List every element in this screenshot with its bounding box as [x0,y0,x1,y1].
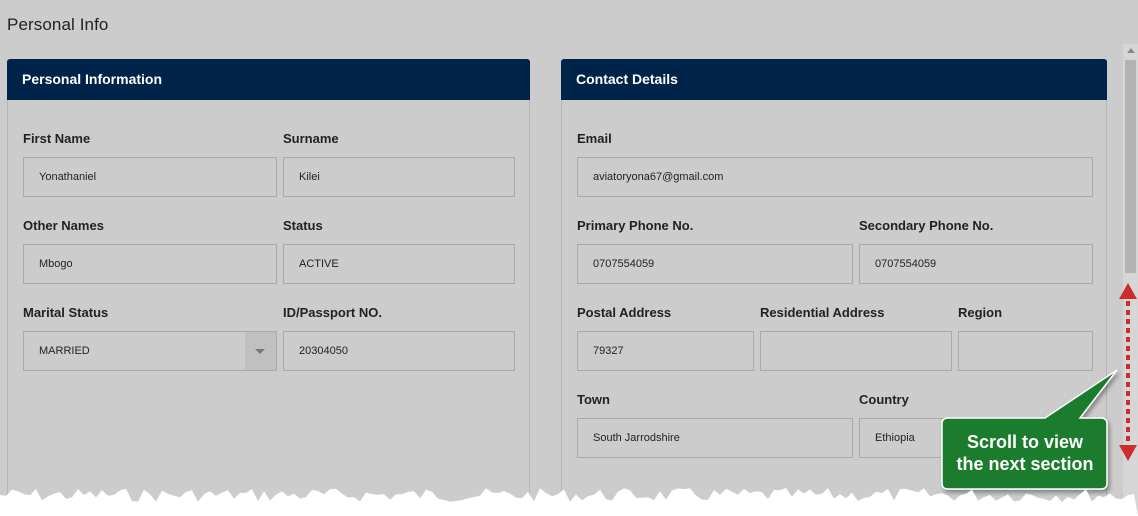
other-names-field[interactable]: Mbogo [23,244,277,284]
postal-address-field[interactable]: 79327 [577,331,754,371]
secondary-phone-label: Secondary Phone No. [859,218,994,233]
first-name-field[interactable]: Yonathaniel [23,157,277,197]
email-label: Email [577,131,612,146]
primary-phone-field[interactable]: 0707554059 [577,244,853,284]
status-field[interactable]: ACTIVE [283,244,515,284]
scrollbar-thumb[interactable] [1125,60,1136,273]
personal-information-panel: Personal Information First Name Yonathan… [7,59,530,516]
callout-text: Scroll to view the next section [943,431,1107,475]
scroll-up-arrow-icon[interactable] [1127,48,1135,53]
marital-status-value: MARRIED [39,345,90,357]
other-names-label: Other Names [23,218,104,233]
marital-status-label: Marital Status [23,305,109,320]
surname-field[interactable]: Kilei [283,157,515,197]
first-name-label: First Name [23,131,91,146]
marital-status-select[interactable]: MARRIED [23,331,277,371]
email-field[interactable]: aviatoryona67@gmail.com [577,157,1093,197]
torn-edge-decoration [0,488,1138,516]
town-field[interactable]: South Jarrodshire [577,418,853,458]
postal-address-label: Postal Address [577,305,672,320]
surname-label: Surname [283,131,339,146]
town-label: Town [577,392,610,407]
id-passport-label: ID/Passport NO. [283,305,382,320]
region-label: Region [958,305,1003,320]
personal-information-header: Personal Information [7,59,530,100]
secondary-phone-field[interactable]: 0707554059 [859,244,1093,284]
callout-line-1: Scroll to view [966,432,1084,452]
status-label: Status [283,218,323,233]
residential-address-label: Residential Address [760,305,885,320]
page-title: Personal Info [7,15,109,34]
country-label: Country [859,392,909,407]
primary-phone-label: Primary Phone No. [577,218,694,233]
region-field[interactable] [958,331,1093,371]
id-passport-field[interactable]: 20304050 [283,331,515,371]
contact-details-header: Contact Details [561,59,1107,100]
chevron-down-icon[interactable] [245,332,276,370]
callout-line-2: the next section [956,454,1094,474]
residential-address-field[interactable] [760,331,952,371]
